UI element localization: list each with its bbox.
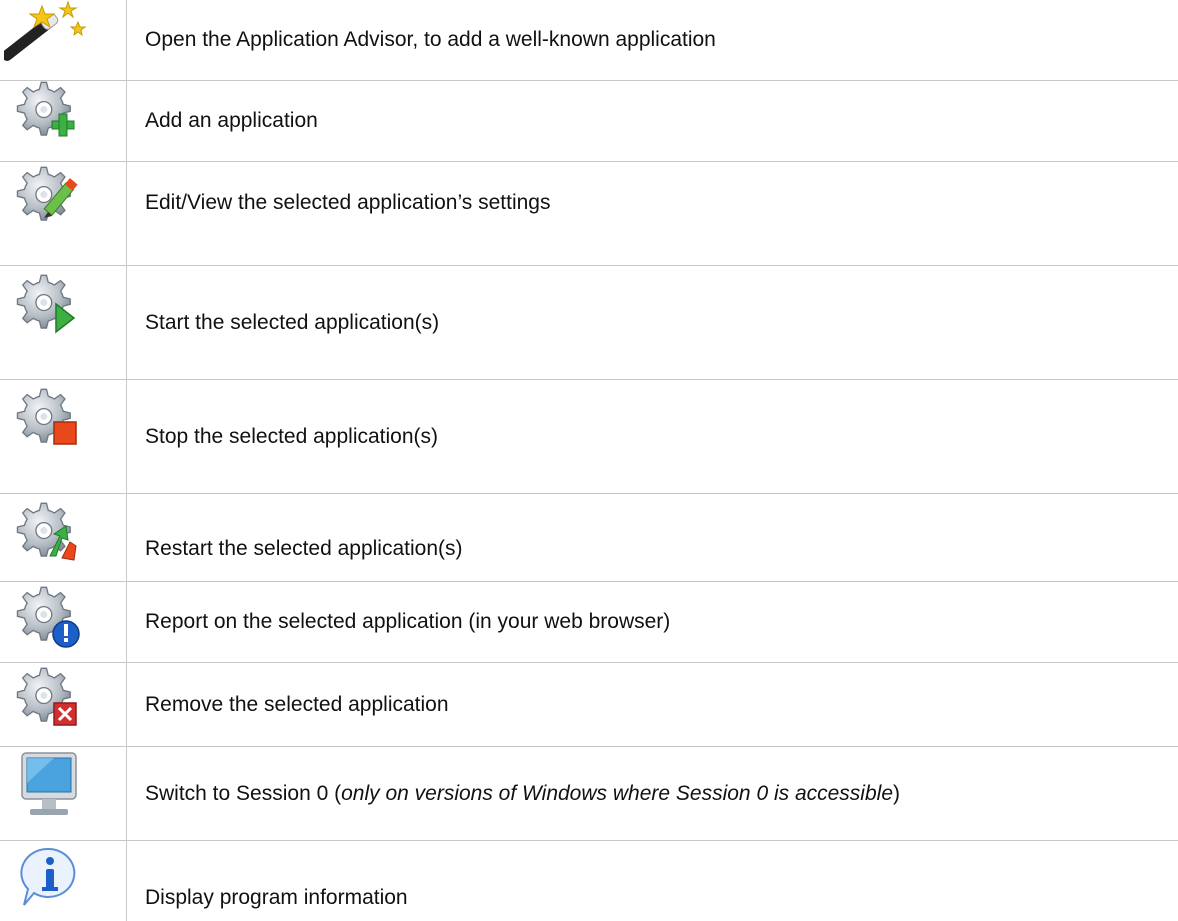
legend-row: Stop the selected application(s) (0, 380, 1178, 494)
legend-row: Switch to Session 0 (only on versions of… (0, 747, 1178, 841)
legend-row: Restart the selected application(s) (0, 494, 1178, 582)
legend-row: Edit/View the selected application’s set… (0, 162, 1178, 266)
legend-description: Report on the selected application (in y… (127, 582, 1178, 663)
legend-description: Start the selected application(s) (127, 266, 1178, 380)
legend-text-prefix: Switch to Session 0 ( (145, 782, 341, 805)
legend-row: Report on the selected application (in y… (0, 582, 1178, 663)
gear-stop-icon (4, 380, 94, 460)
gear-report-icon (4, 582, 94, 662)
legend-text-italic: only on versions of Windows where Sessio… (341, 782, 893, 805)
legend-row: Start the selected application(s) (0, 266, 1178, 380)
gear-edit-icon (4, 162, 94, 242)
gear-start-icon (4, 266, 94, 346)
gear-add-icon (4, 81, 94, 161)
legend-description: Switch to Session 0 (only on versions of… (127, 747, 1178, 841)
legend-row: Display program information (0, 841, 1178, 921)
legend-description: Stop the selected application(s) (127, 380, 1178, 494)
legend-row: Open the Application Advisor, to add a w… (0, 0, 1178, 81)
legend-description: Open the Application Advisor, to add a w… (127, 0, 1178, 81)
legend-row: Remove the selected application (0, 663, 1178, 747)
gear-restart-icon (4, 494, 94, 574)
magic-wand-icon (4, 0, 94, 80)
legend-description: Display program information (127, 841, 1178, 921)
toolbar-legend-table: Open the Application Advisor, to add a w… (0, 0, 1178, 921)
legend-description: Remove the selected application (127, 663, 1178, 747)
legend-description: Restart the selected application(s) (127, 494, 1178, 582)
info-icon (4, 841, 94, 921)
legend-row: Add an application (0, 81, 1178, 162)
gear-remove-icon (4, 663, 94, 743)
legend-description: Edit/View the selected application’s set… (127, 162, 1178, 266)
legend-description: Add an application (127, 81, 1178, 162)
monitor-icon (4, 747, 94, 827)
legend-text-suffix: ) (893, 782, 900, 805)
